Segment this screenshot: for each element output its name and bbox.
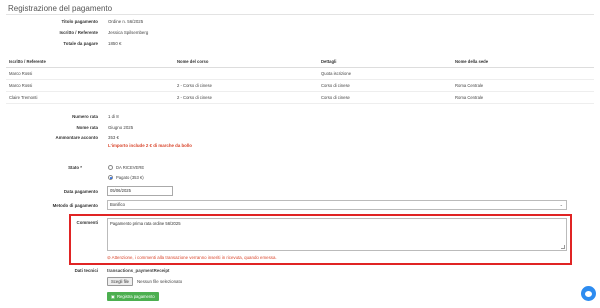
radio-label: DA RICEVERE [116,165,145,170]
col-iscritto: Iscritto / Referente [6,57,174,68]
bollo-note: L'importo include 2 € di marche da bollo [108,143,192,148]
metodo-label: Metodo di pagamento [52,203,98,208]
chat-bubble-icon [585,290,592,297]
radio-pagato[interactable]: Pagato (353 €) [108,175,144,180]
acconto-value: 353 € [108,135,119,140]
metodo-select[interactable]: Bonifico ⌄ [107,200,567,210]
col-dettagli: Dettagli [318,57,452,68]
radio-label: Pagato (353 €) [116,175,144,180]
title-divider [6,14,594,15]
radio-selected-icon[interactable] [108,175,113,180]
cell: Roma Centrale [452,79,594,92]
cell: Marco Rossi [6,67,174,80]
chat-launcher[interactable] [581,286,596,301]
choose-file-button[interactable]: Scegli file [107,277,133,286]
file-status: Nessun file selezionato [137,279,183,284]
nome-rata-label: Nome rata [76,125,98,130]
chevron-down-icon: ⌄ [559,202,563,207]
radio-circle-icon[interactable] [108,165,113,170]
commenti-text: Pagamento prima rata ordine 56/2025 [110,221,181,226]
iscritto-label: Iscritto / Referente [59,30,98,35]
data-pagamento-input[interactable]: 05/06/2025 [107,186,173,196]
page-title: Registrazione del pagamento [8,4,113,13]
cell: Marco Rossi [6,79,174,92]
cell: Claire Tremonti [6,91,174,104]
cell [452,67,594,80]
iscritto-value: Jessica Spilsemberg [108,30,149,35]
table-row: Marco Rossi 2 - Corso di cinese Corso di… [6,79,594,92]
commenti-warning: ⊘ Attenzione, i commenti alla transazion… [107,255,277,260]
titolo-label: Titolo pagamento [61,19,98,24]
nome-rata-value: Giugno 2025 [108,125,134,130]
cell: Roma Centrale [452,91,594,104]
stato-label: Stato * [68,165,82,170]
dati-value: transactions_paymentReceipt [107,268,170,273]
cell: Quota iscrizione [318,67,452,80]
cell: Corso di cinese [318,91,452,104]
dati-label: Dati tecnici [74,268,98,273]
acconto-label: Ammontare acconto [55,135,98,140]
submit-label: Registra pagamento [116,294,155,299]
numero-rata-label: Numero rata [72,114,98,119]
col-sede: Nome della sede [452,57,594,68]
save-icon: ▣ [111,294,115,299]
participants-table: Iscritto / Referente Nome del corso Dett… [6,57,594,104]
data-label: Data pagamento [63,189,98,194]
submit-payment-button[interactable]: ▣ Registra pagamento [107,292,159,301]
radio-da-ricevere[interactable]: DA RICEVERE [108,165,144,170]
table-row: Claire Tremonti 2 - Corso di cinese Cors… [6,91,594,104]
metodo-selected: Bonifico [110,202,125,207]
totale-label: Totale da pagare [63,41,98,46]
totale-value: 1850 € [108,41,122,46]
cell: 2 - Corso di cinese [174,91,318,104]
cell: 2 - Corso di cinese [174,79,318,92]
titolo-value: Ordine n. 56/2025 [108,19,144,24]
commenti-textarea[interactable]: Pagamento prima rata ordine 56/2025 [107,218,567,251]
table-header-row: Iscritto / Referente Nome del corso Dett… [6,57,594,68]
col-corso: Nome del corso [174,57,318,68]
numero-rata-value: 1 di 8 [108,114,119,119]
cell: Corso di cinese [318,79,452,92]
cell [174,67,318,80]
resize-handle-icon[interactable] [561,245,565,249]
commenti-label: Commenti [76,220,98,225]
table-row: Marco Rossi Quota iscrizione [6,67,594,80]
